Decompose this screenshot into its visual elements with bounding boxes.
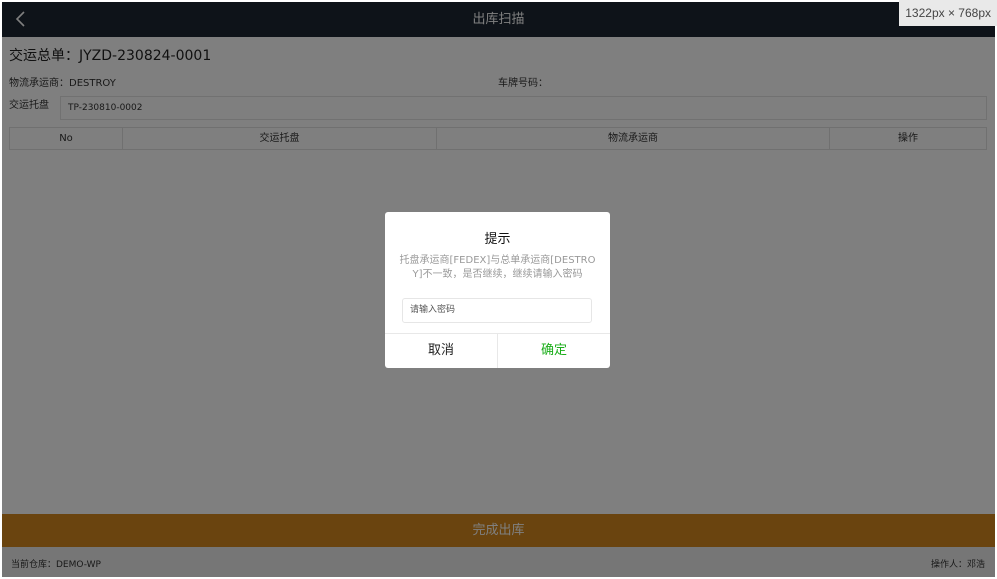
- dialog-actions: 取消 确定: [385, 333, 610, 368]
- app-window: 出库扫描 交运总单：JYZD-230824-0001 物流承运商：DESTROY…: [2, 2, 995, 577]
- password-input[interactable]: 请输入密码: [402, 298, 592, 323]
- confirm-button[interactable]: 确定: [498, 334, 610, 368]
- password-prompt-dialog: 提示 托盘承运商[FEDEX]与总单承运商[DESTROY]不一致，是否继续，继…: [385, 212, 610, 368]
- viewport-size-badge: 1322px × 768px: [899, 0, 997, 26]
- dialog-title: 提示: [484, 232, 511, 247]
- dialog-message: 托盘承运商[FEDEX]与总单承运商[DESTROY]不一致，是否继续，继续请输…: [399, 255, 596, 280]
- cancel-button[interactable]: 取消: [385, 334, 498, 368]
